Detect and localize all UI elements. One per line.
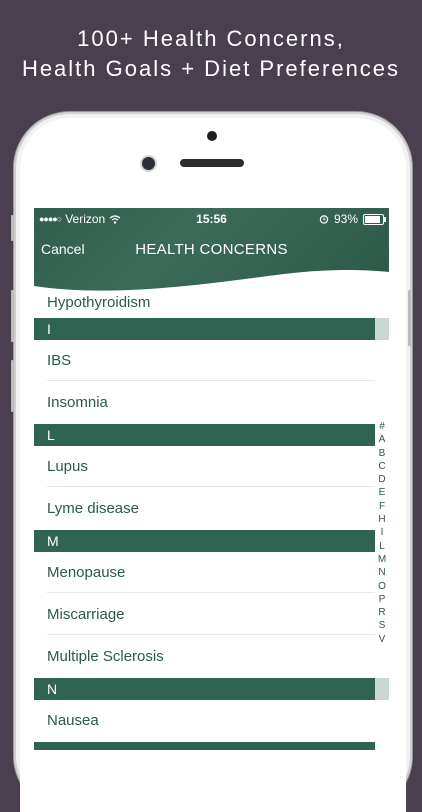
index-letter[interactable]: V bbox=[375, 633, 389, 646]
earpiece-speaker bbox=[180, 159, 244, 167]
section-header-i: I bbox=[34, 318, 375, 340]
promo-headline: 100+ Health Concerns, Health Goals + Die… bbox=[0, 24, 422, 84]
status-bar: ●●●●○ Verizon 15:56 93% bbox=[34, 212, 389, 230]
battery-icon bbox=[363, 213, 386, 225]
list-item-label: Insomnia bbox=[47, 393, 108, 411]
index-letter[interactable]: B bbox=[375, 447, 389, 460]
list-item-label: Hypothyroidism bbox=[47, 293, 151, 311]
index-letter[interactable]: P bbox=[375, 593, 389, 606]
index-letter[interactable]: N bbox=[375, 566, 389, 579]
section-letter: L bbox=[47, 427, 55, 443]
index-letter[interactable]: D bbox=[375, 473, 389, 486]
section-header-next bbox=[34, 742, 375, 750]
list-item[interactable]: Nausea bbox=[34, 699, 375, 741]
section-header-m: M bbox=[34, 530, 375, 552]
list-item[interactable]: Insomnia bbox=[34, 381, 375, 423]
index-letter[interactable]: C bbox=[375, 460, 389, 473]
battery-percent: 93% bbox=[333, 212, 358, 226]
index-gutter bbox=[375, 678, 389, 700]
index-gutter bbox=[375, 318, 389, 340]
list-item-label: Miscarriage bbox=[47, 605, 125, 623]
index-letter[interactable]: F bbox=[375, 500, 389, 513]
proximity-sensor bbox=[207, 131, 217, 141]
list-item[interactable]: Miscarriage bbox=[34, 593, 375, 635]
list-item-label: Lupus bbox=[47, 457, 88, 475]
index-letter[interactable]: R bbox=[375, 606, 389, 619]
list-item-label: Lyme disease bbox=[47, 499, 139, 517]
section-letter: I bbox=[47, 321, 51, 337]
index-letter[interactable]: # bbox=[375, 420, 389, 433]
list-item[interactable]: Lyme disease bbox=[34, 487, 375, 529]
index-letter[interactable]: L bbox=[375, 540, 389, 553]
alphabet-index[interactable]: # A B C D E F H I L M N O P R S V bbox=[375, 420, 389, 646]
index-letter[interactable]: O bbox=[375, 580, 389, 593]
list-item-label: Multiple Sclerosis bbox=[47, 647, 164, 665]
nav-header: ●●●●○ Verizon 15:56 93% Cancel HEALTH CO… bbox=[34, 208, 389, 296]
header-wave-decoration bbox=[34, 270, 389, 296]
list-item[interactable]: IBS bbox=[34, 339, 375, 381]
index-letter[interactable]: A bbox=[375, 433, 389, 446]
app-screen: Hypothyroidism I IBS Insomnia L Lupus Ly… bbox=[34, 208, 389, 750]
section-letter: M bbox=[47, 533, 59, 549]
volume-down-button bbox=[11, 360, 14, 412]
section-letter: N bbox=[47, 681, 58, 697]
power-button bbox=[408, 290, 411, 346]
section-header-n: N bbox=[34, 678, 375, 700]
list-item-label: Nausea bbox=[47, 711, 99, 729]
promo-line-1: 100+ Health Concerns, bbox=[77, 26, 345, 51]
volume-up-button bbox=[11, 290, 14, 342]
list-item[interactable]: Multiple Sclerosis bbox=[34, 635, 375, 677]
list-item-label: IBS bbox=[47, 351, 72, 369]
mute-switch bbox=[11, 215, 14, 241]
list-item[interactable]: Lupus bbox=[34, 445, 375, 487]
index-letter[interactable]: I bbox=[375, 526, 389, 539]
index-letter[interactable]: E bbox=[375, 486, 389, 499]
section-header-l: L bbox=[34, 424, 375, 446]
index-letter[interactable]: H bbox=[375, 513, 389, 526]
page-title: HEALTH CONCERNS bbox=[135, 241, 288, 258]
index-letter[interactable]: M bbox=[375, 553, 389, 566]
index-letter[interactable]: S bbox=[375, 619, 389, 632]
front-camera bbox=[142, 157, 155, 170]
promo-line-2: Health Goals + Diet Preferences bbox=[21, 56, 401, 81]
list-item-label: Menopause bbox=[47, 563, 126, 581]
alarm-icon bbox=[319, 215, 329, 224]
list-item[interactable]: Menopause bbox=[34, 551, 375, 593]
